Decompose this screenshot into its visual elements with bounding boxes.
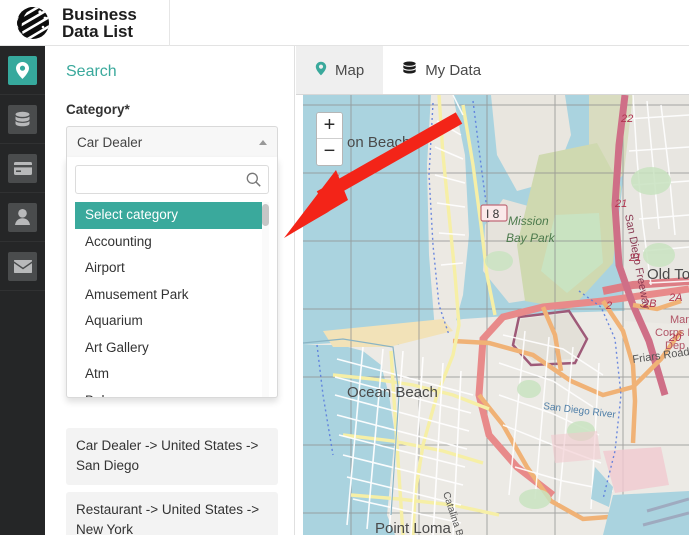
list-item[interactable]: Art Gallery [75,335,269,362]
envelope-icon [8,251,37,281]
map-label: Old Tow [647,266,689,283]
sidebar-item-messages[interactable] [0,242,45,291]
sidebar-item-map[interactable] [0,46,45,95]
category-label: Category* [66,102,130,117]
magnifier-icon [246,172,261,190]
brand-line-2: Data List [62,21,133,41]
map-pin-icon [8,55,37,85]
list-item[interactable]: Atm [75,361,269,388]
map-label: Point Loma [375,520,452,535]
map-exit-label: 21 [628,252,641,264]
top-header: Business Data List [0,0,689,46]
sidebar-item-account[interactable] [0,193,45,242]
database-icon [8,104,37,134]
credit-card-icon [8,153,37,183]
sidebar-item-billing[interactable] [0,144,45,193]
map-road-label: San Diego River [543,401,617,421]
map-exit-label: 2A [668,292,682,304]
tab-map[interactable]: Map [296,46,384,94]
list-item[interactable]: Select category [75,202,269,229]
brand-line-1: Business [62,4,137,24]
svg-text:I 8: I 8 [486,207,500,221]
saved-search-list: Car Dealer -> United States -> San Diego… [66,428,278,535]
category-select[interactable]: Car Dealer [66,126,278,157]
map-exit-label: 22 [620,113,633,125]
list-item[interactable]: Car Dealer -> United States -> San Diego [66,428,278,485]
app-root: Business Data List Search Category* Car … [0,0,689,535]
map-label: Ocean Beach [347,384,438,401]
list-item[interactable]: Aquarium [75,308,269,335]
list-item[interactable]: Bakery [75,388,269,398]
dropdown-search-wrapper [75,165,269,194]
map-label: Bay Park [506,231,556,245]
content-tabs: Map My Data [296,46,689,95]
map-pin-icon [315,61,327,80]
category-select-wrapper: Car Dealer Select category Accounting Ai… [66,126,278,398]
search-panel: Search Category* Car Dealer Select categ… [45,46,295,535]
list-item[interactable]: Amusement Park [75,282,269,309]
map-exit-label: 2B [642,298,656,310]
brand-logo-area[interactable]: Business Data List [0,0,170,46]
map-road-label: Friars Road [632,346,689,366]
map-label: on Beach [347,134,410,151]
sidebar-item-data[interactable] [0,95,45,144]
list-item[interactable]: Airport [75,255,269,282]
tab-my-data-label: My Data [425,61,482,79]
list-item[interactable]: Accounting [75,229,269,256]
map-label: Mission [508,214,549,228]
map-labels: on Beach Mission Bay Park Ocean Beach Po… [347,113,689,535]
map-exit-label: 20 [668,332,682,344]
tab-my-data[interactable]: My Data [383,46,500,94]
brand-title: Business Data List [62,6,137,40]
dropdown-scrollbar[interactable] [262,202,269,397]
database-icon [402,61,417,80]
category-select-value: Car Dealer [77,134,143,150]
map-exit-label: 2 [605,300,612,312]
zoom-out-button[interactable]: − [317,139,342,165]
category-dropdown: Select category Accounting Airport Amuse… [66,157,278,398]
caret-up-icon [259,139,267,145]
map-shield-i8: I 8 [480,204,508,222]
zoom-in-button[interactable]: + [317,113,342,139]
map-label: Mari [670,314,689,326]
panel-title: Search [66,63,117,80]
list-item[interactable]: Restaurant -> United States -> New York [66,492,278,535]
user-icon [8,202,37,232]
tab-map-label: Map [335,61,365,79]
globe-logo-icon [13,3,53,43]
dropdown-search-input[interactable] [76,166,268,193]
map-exit-label: 21 [614,198,627,210]
dropdown-scrollbar-thumb[interactable] [262,204,269,226]
sidebar-rail [0,46,45,535]
category-option-list[interactable]: Select category Accounting Airport Amuse… [75,202,269,397]
map-zoom-control: + − [316,112,343,166]
map-canvas[interactable]: on Beach Mission Bay Park Ocean Beach Po… [303,95,689,535]
